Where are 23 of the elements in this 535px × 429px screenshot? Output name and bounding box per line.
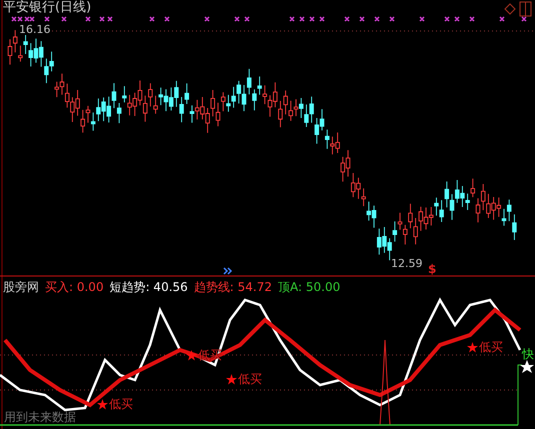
indicator-readout: 顶A: 50.00: [278, 281, 340, 293]
star-icon: [520, 360, 534, 373]
star-icon: [186, 350, 197, 360]
signal-bar: [518, 364, 522, 426]
double-arrow-icon: [223, 267, 232, 275]
signal-mark: $: [428, 263, 436, 275]
star-icon: [467, 342, 478, 352]
chart-title: 平安银行(日线): [3, 1, 92, 14]
star-icon: [226, 374, 237, 384]
diamond-icon[interactable]: [504, 3, 516, 15]
low-buy-label: 低买: [109, 398, 133, 410]
indicator-name: 股旁网: [3, 281, 39, 293]
indicator-readout: 买入: 0.00: [45, 281, 104, 293]
future-data-note: 用到未来数据: [4, 411, 76, 423]
low-price-label: 12.59: [391, 258, 422, 269]
low-buy-label: 低买: [238, 373, 262, 385]
indicator-readout: 趋势线: 54.72: [194, 281, 272, 293]
high-price-label: 16.16: [19, 24, 50, 35]
edge-label: 快: [522, 348, 534, 360]
indicator-readout: 短趋势: 40.56: [110, 281, 188, 293]
star-icon: [97, 398, 108, 410]
low-buy-label: 低买: [479, 341, 503, 353]
panel-icon[interactable]: [520, 2, 532, 16]
